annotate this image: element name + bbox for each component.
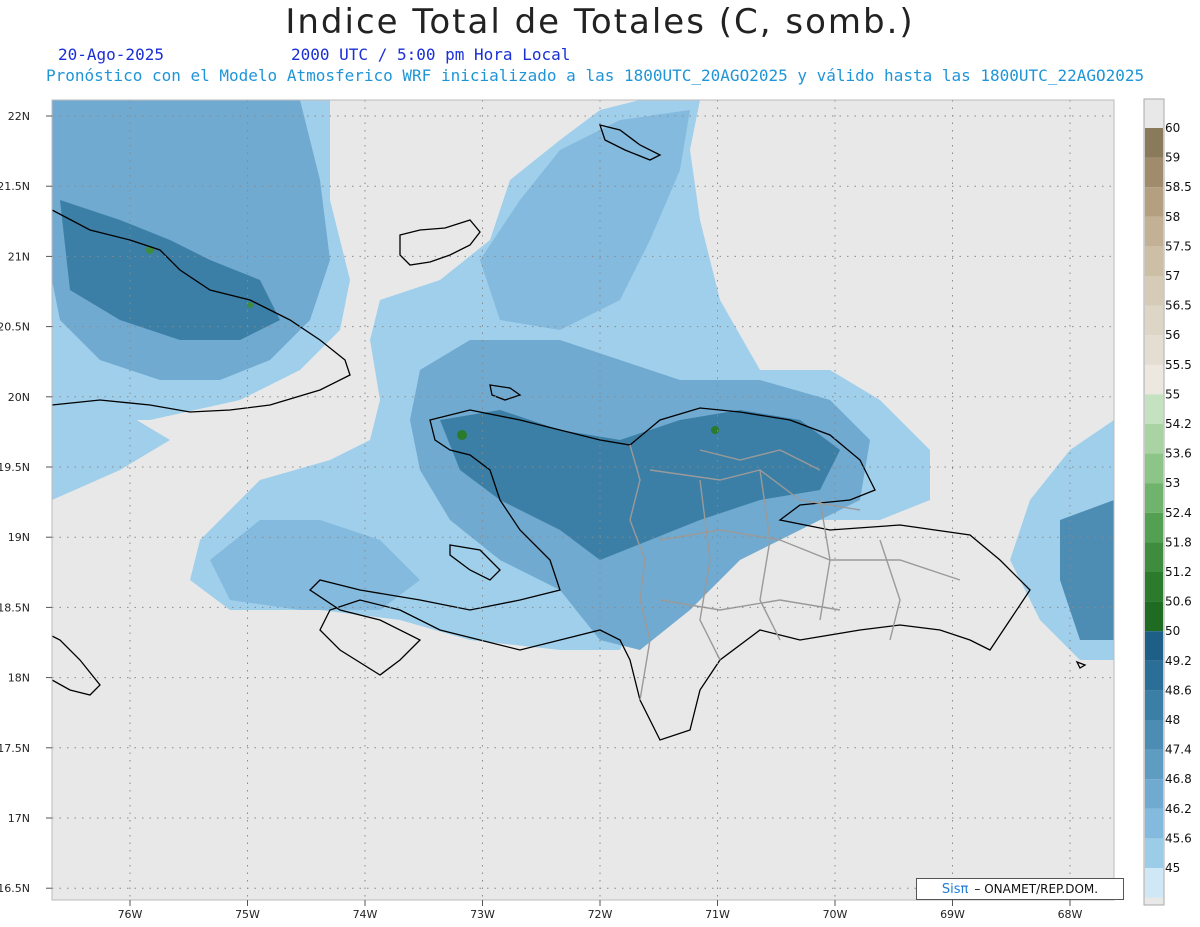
colorbar-swatch [1145, 572, 1163, 602]
latitude-labels: 22N 21.5N 21N 20.5N 20N 19.5N 19N 18.5N 18N 17.5N… [0, 110, 52, 895]
colorbar-swatch [1145, 631, 1163, 661]
colorbar-swatch [1145, 335, 1163, 365]
colorbar-swatch [1145, 779, 1163, 809]
colorbar-label: 58.5 [1165, 180, 1192, 194]
colorbar-label: 48.6 [1165, 683, 1192, 697]
colorbar-swatch [1145, 305, 1163, 336]
credit-box: Sisπ – ONAMET/REP.DOM. [916, 878, 1124, 900]
colorbar-label: 45 [1165, 861, 1180, 875]
lat-label: 19.5N [0, 461, 30, 474]
lat-label: 22N [8, 110, 30, 123]
lat-label: 18.5N [0, 601, 30, 614]
colorbar-label: 59 [1165, 151, 1180, 165]
colorbar-swatch [1145, 690, 1163, 720]
colorbar-swatch [1145, 660, 1163, 691]
colorbar-swatch [1145, 187, 1163, 217]
colorbar-label: 51.8 [1165, 535, 1192, 549]
colorbar-label: 58 [1165, 210, 1180, 224]
colorbar-swatch [1145, 483, 1163, 513]
lat-label: 20.5N [0, 321, 30, 334]
colorbar-label: 57.5 [1165, 239, 1192, 253]
colorbar-swatch [1145, 157, 1163, 188]
colorbar-label: 48 [1165, 713, 1180, 727]
lon-label: 76W [118, 908, 143, 921]
colorbar-label: 53 [1165, 476, 1180, 490]
colorbar-swatch [1145, 216, 1163, 247]
tt-high-spot [457, 430, 467, 440]
colorbar-label: 60 [1165, 121, 1180, 135]
lat-label: 18N [8, 672, 30, 685]
colorbar-label: 56 [1165, 328, 1180, 342]
colorbar-swatch [1145, 128, 1163, 158]
colorbar-swatch [1145, 868, 1163, 898]
sispi-logo: Sisπ [941, 881, 969, 897]
lon-label: 69W [940, 908, 965, 921]
lon-label: 72W [588, 908, 613, 921]
lat-label: 20N [8, 391, 30, 404]
colorbar-label: 50.6 [1165, 595, 1192, 609]
colorbar-label: 45.6 [1165, 831, 1192, 845]
lon-label: 71W [705, 908, 730, 921]
lon-label: 74W [353, 908, 378, 921]
lat-label: 16.5N [0, 882, 30, 895]
longitude-labels: 76W 75W 74W 73W 72W 71W 70W 69W 68W [118, 900, 1083, 921]
colorbar-swatch [1145, 542, 1163, 572]
colorbar-label: 51.2 [1165, 565, 1192, 579]
lat-label: 21.5N [0, 180, 30, 193]
lat-label: 21N [8, 250, 30, 263]
lon-label: 75W [235, 908, 260, 921]
colorbar-label: 52.4 [1165, 506, 1192, 520]
colorbar-swatch [1145, 601, 1163, 632]
lon-label: 70W [823, 908, 848, 921]
colorbar-swatch [1145, 808, 1163, 839]
colorbar-swatch [1145, 720, 1163, 750]
colorbar-swatch [1145, 838, 1163, 868]
lon-label: 73W [470, 908, 495, 921]
colorbar-label: 53.6 [1165, 447, 1192, 461]
colorbar-swatch [1145, 749, 1163, 780]
colorbar-label: 46.2 [1165, 802, 1192, 816]
credit-org: – ONAMET/REP.DOM. [974, 882, 1099, 896]
colorbar-swatch [1145, 512, 1163, 543]
colorbar-label: 57 [1165, 269, 1180, 283]
colorbar-label: 55 [1165, 387, 1180, 401]
weather-map: 22N 21.5N 21N 20.5N 20N 19.5N 19N 18.5N 18N 17.5N… [0, 98, 1192, 921]
colorbar-label: 56.5 [1165, 299, 1192, 313]
colorbar-label: 47.4 [1165, 743, 1192, 757]
colorbar-swatch [1145, 276, 1163, 306]
colorbar-swatch [1145, 246, 1163, 276]
colorbar-label: 55.5 [1165, 358, 1192, 372]
colorbar-label: 49.2 [1165, 654, 1192, 668]
colorbar-label: 54.2 [1165, 417, 1192, 431]
colorbar-swatch [1145, 394, 1163, 424]
colorbar-label: 46.8 [1165, 772, 1192, 786]
lat-label: 19N [8, 531, 30, 544]
colorbar-label: 50 [1165, 624, 1180, 638]
lat-label: 17.5N [0, 742, 30, 755]
colorbar: 60 59 58.5 58 57.5 57 56.5 56 55.5 55 54.2 53.6 53 52… [1143, 98, 1192, 906]
colorbar-swatch [1145, 364, 1163, 395]
lon-label: 68W [1058, 908, 1083, 921]
colorbar-swatch [1145, 424, 1163, 454]
colorbar-swatch [1145, 453, 1163, 484]
lat-label: 17N [8, 812, 30, 825]
